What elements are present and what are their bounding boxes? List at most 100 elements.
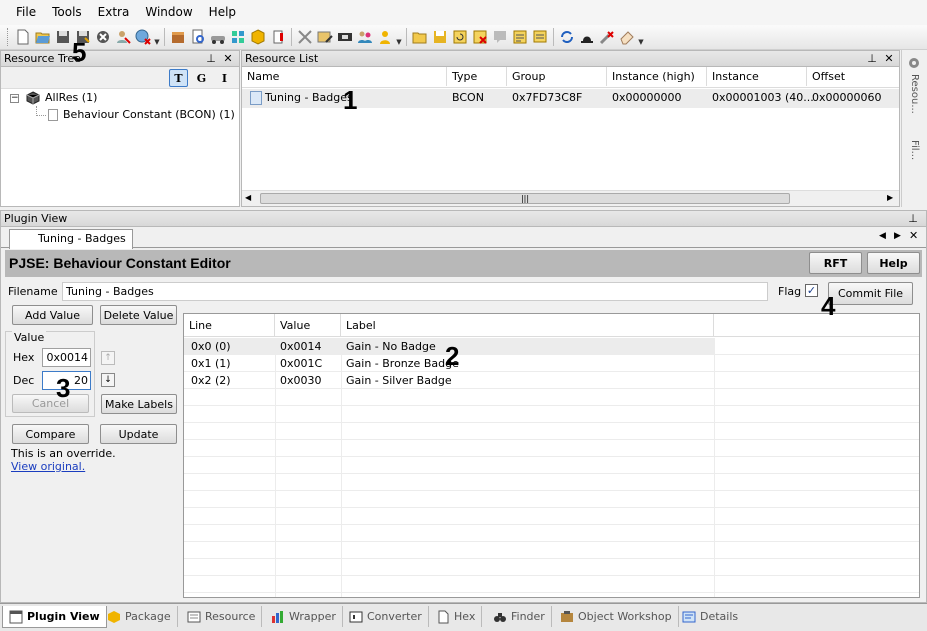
toolbar-grip[interactable] [7,28,10,46]
compare-button[interactable]: Compare [12,424,89,444]
delete-value-button[interactable]: Delete Value [100,305,177,325]
filter-type-button[interactable]: T [169,69,188,87]
filename-input[interactable]: Tuning - Badges [62,282,768,301]
col-offset[interactable]: Offset [807,67,899,86]
col-line[interactable]: Line [184,314,275,336]
eraser-icon[interactable] [618,28,636,46]
tab-prev-icon[interactable]: ◀ [879,231,886,241]
arrow-up-icon[interactable]: ↑ [101,351,115,365]
tab-tuning-badges[interactable]: Tuning - Badges [9,229,133,249]
toolbar-overflow-icon[interactable]: ▼ [395,28,403,46]
document-search-icon[interactable] [189,28,207,46]
table-row[interactable]: 0x2 (2) 0x0030 Gain - Silver Badge [184,372,714,389]
view-original-link[interactable]: View original. [11,460,85,473]
commit-file-button[interactable]: Commit File [828,282,913,305]
tab-next-icon[interactable]: ▶ [894,231,901,241]
globe-remove-icon[interactable] [134,28,152,46]
col-instance[interactable]: Instance [707,67,807,86]
hat-icon[interactable] [578,28,596,46]
side-tab-filter[interactable]: Fil... [906,140,920,180]
comment-icon[interactable] [491,28,509,46]
arrow-down-icon[interactable]: ↓ [101,373,115,387]
reload-yellow-icon[interactable] [451,28,469,46]
bottom-tab-finder[interactable]: Finder [487,606,552,627]
add-value-button[interactable]: Add Value [12,305,93,325]
car-icon[interactable] [209,28,227,46]
side-tab-resource[interactable]: Resou... [906,74,920,134]
bottom-tab-resource[interactable]: Resource [181,606,263,627]
open-yellow-icon[interactable] [411,28,429,46]
open-folder-icon[interactable] [34,28,52,46]
close-icon[interactable]: ✕ [883,51,895,66]
wrench-x-icon[interactable] [598,28,616,46]
toolbar-overflow-icon[interactable]: ▼ [153,28,161,46]
package-icon[interactable] [169,28,187,46]
wrapper-icon [271,610,285,624]
col-group[interactable]: Group [507,67,607,86]
menu-extra[interactable]: Extra [90,0,138,25]
help-button[interactable]: Help [867,252,920,274]
filter-group-button[interactable]: G [192,69,211,87]
bottom-tab-hex[interactable]: Hex [430,606,483,627]
update-button[interactable]: Update [100,424,177,444]
bottom-tab-converter[interactable]: Converter [343,606,429,627]
puzzle-icon[interactable] [229,28,247,46]
tree-collapse-icon[interactable]: − [10,94,19,103]
menu-window[interactable]: Window [137,0,200,25]
tree-root-label[interactable]: AllRes (1) [45,90,97,106]
scroll-right-icon[interactable]: ▶ [887,193,893,202]
image-edit-icon[interactable] [316,28,334,46]
hex-input[interactable]: 0x0014 [42,348,91,367]
pin-icon[interactable]: ⊥ [866,51,878,66]
new-file-icon[interactable] [14,28,32,46]
cancel-button[interactable]: Cancel [12,394,89,413]
tab-close-icon[interactable]: ✕ [909,229,918,242]
note-alt-icon[interactable] [531,28,549,46]
toolbar-overflow-icon[interactable]: ▼ [637,28,645,46]
pin-icon[interactable]: ⊥ [907,211,919,226]
gear-icon[interactable] [907,56,921,70]
delete-yellow-icon[interactable] [471,28,489,46]
col-type[interactable]: Type [447,67,507,86]
horizontal-scrollbar[interactable]: ◀ ||| ▶ [242,190,899,206]
refresh-icon[interactable] [558,28,576,46]
film-icon[interactable] [336,28,354,46]
col-name[interactable]: Name [242,67,447,86]
save-yellow-icon[interactable] [431,28,449,46]
resource-tree-header: Resource Tree ⊥ ✕ [0,50,240,67]
tools-icon[interactable] [296,28,314,46]
menu-tools[interactable]: Tools [44,0,90,25]
flag-checkbox[interactable]: ✓ [805,284,818,297]
col-value[interactable]: Value [275,314,341,336]
save-icon[interactable] [54,28,72,46]
bottom-tab-details[interactable]: Details [676,606,744,627]
plugin-view-panel: Tuning - Badges ◀ ▶ ✕ PJSE: Behaviour Co… [0,227,927,603]
bottom-tab-object-workshop[interactable]: Object Workshop [554,606,679,627]
scroll-left-icon[interactable]: ◀ [245,193,251,202]
table-row[interactable]: Tuning - Badges BCON 0x7FD73C8F 0x000000… [242,89,899,108]
pin-icon[interactable]: ⊥ [205,51,217,66]
scroll-thumb[interactable]: ||| [260,193,790,204]
col-label[interactable]: Label [341,314,714,336]
filter-instance-button[interactable]: I [215,69,234,87]
rft-button[interactable]: RFT [809,252,862,274]
make-labels-button[interactable]: Make Labels [101,394,177,414]
bottom-tab-wrapper[interactable]: Wrapper [265,606,343,627]
sim-icon[interactable] [376,28,394,46]
col-instance-high[interactable]: Instance (high) [607,67,707,86]
bottom-tab-plugin-view[interactable]: Plugin View [2,606,107,628]
toolbar-separator [291,28,292,46]
note-icon[interactable] [511,28,529,46]
close-icon[interactable]: ✕ [222,51,234,66]
bottom-tab-package[interactable]: Package [101,606,178,627]
people-icon[interactable] [356,28,374,46]
red-bar-icon[interactable] [269,28,287,46]
bottom-tab-label: Hex [454,610,476,623]
tree-child-label[interactable]: Behaviour Constant (BCON) (1) [63,107,235,123]
user-warning-icon[interactable] [114,28,132,46]
menu-file[interactable]: File [8,0,44,25]
cube-icon[interactable] [249,28,267,46]
row-instance: 0x00001003 (40... [712,91,814,104]
close-circle-icon[interactable] [94,28,112,46]
menu-help[interactable]: Help [201,0,244,25]
